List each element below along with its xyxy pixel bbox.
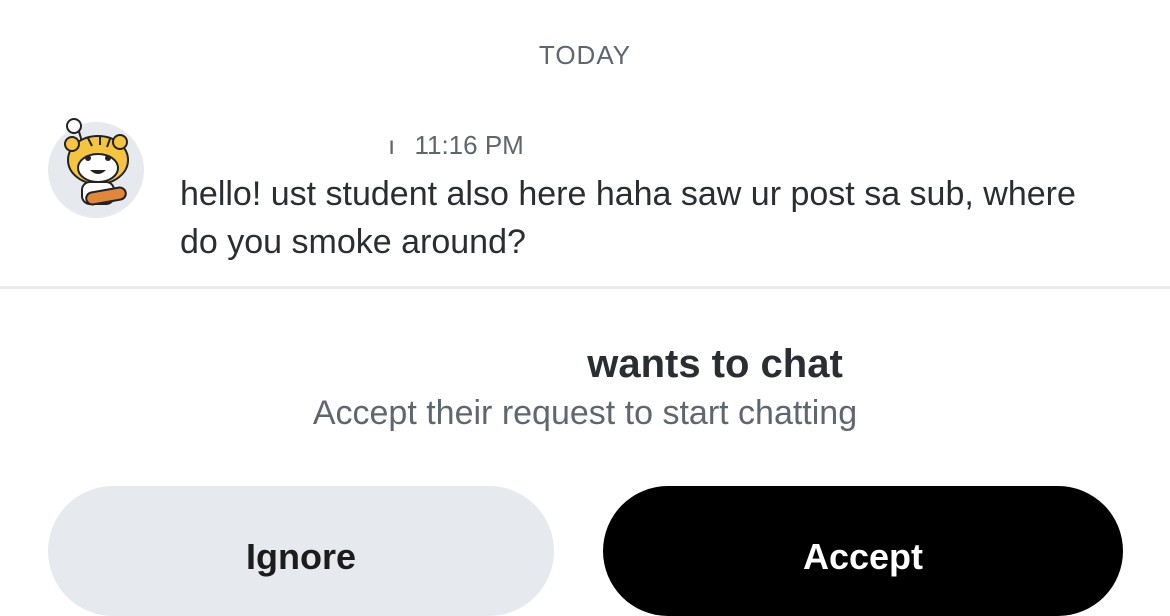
divider <box>0 286 1170 289</box>
message-time: 11:16 PM <box>414 130 524 160</box>
date-divider: TODAY <box>538 40 632 70</box>
sender-name[interactable]: ı <box>388 130 395 160</box>
message-row: ı 11:16 PM hello! ust student also here … <box>48 118 1148 272</box>
snoo-tiger-avatar-icon <box>64 118 129 206</box>
chat-request-title: wants to chat <box>587 342 843 386</box>
message-meta: ı 11:16 PM <box>388 130 524 161</box>
ignore-button[interactable]: Ignore <box>48 486 554 616</box>
avatar[interactable] <box>48 118 144 218</box>
message-text: hello! ust student also here haha saw ur… <box>180 175 1076 261</box>
chat-request-subtitle: Accept their request to start chatting <box>312 394 858 432</box>
accept-button[interactable]: Accept <box>603 486 1123 616</box>
